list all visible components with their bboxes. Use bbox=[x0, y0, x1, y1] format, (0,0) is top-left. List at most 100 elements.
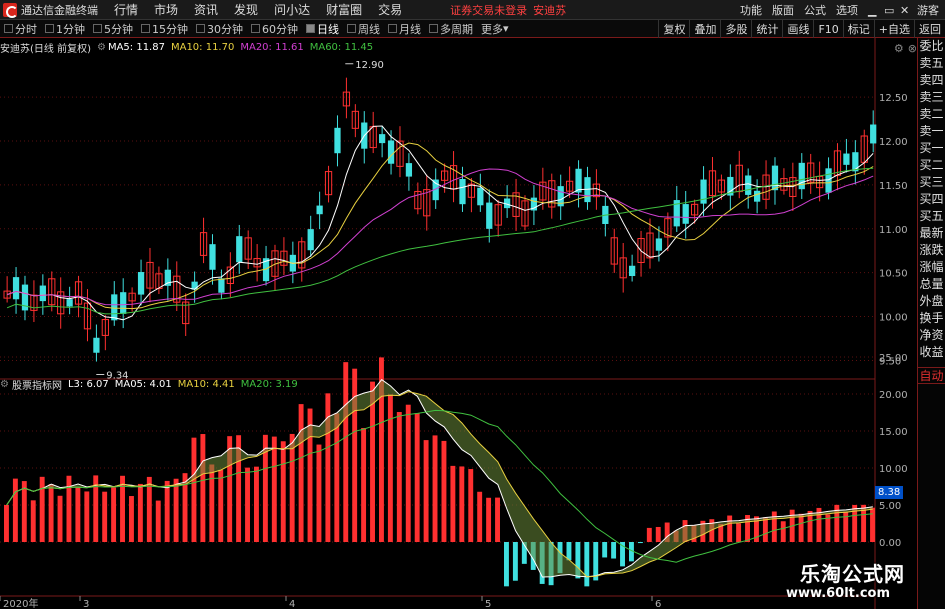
side-item-sell3[interactable]: 卖三 bbox=[918, 89, 945, 106]
app-logo-icon bbox=[3, 2, 18, 18]
candle-body-down bbox=[316, 205, 323, 215]
side-item-latest[interactable]: 最新 bbox=[918, 225, 945, 242]
close-icon[interactable]: ✕ bbox=[895, 4, 911, 17]
menu-trade[interactable]: 交易 bbox=[370, 1, 410, 18]
menu-discover[interactable]: 发现 bbox=[226, 1, 266, 18]
side-item-change[interactable]: 涨跌 bbox=[918, 242, 945, 259]
period-more[interactable]: 更多 ▾ bbox=[477, 21, 513, 37]
indicator-bar bbox=[4, 505, 9, 542]
sub-ma20-line bbox=[6, 409, 873, 563]
mark-button[interactable]: 标记 bbox=[842, 20, 874, 38]
indicator-band bbox=[6, 379, 873, 577]
candle-body-down bbox=[209, 244, 216, 270]
period-multi[interactable]: 多周期 bbox=[425, 21, 477, 37]
side-item-sell2[interactable]: 卖二 bbox=[918, 106, 945, 123]
menu-ask[interactable]: 问小达 bbox=[266, 1, 318, 18]
draw-line-button[interactable]: 画线 bbox=[782, 20, 813, 38]
price-tick-label: 11.50 bbox=[879, 181, 908, 192]
period-30min[interactable]: 30分钟 bbox=[192, 21, 247, 37]
side-item-volume[interactable]: 总量 bbox=[918, 276, 945, 293]
menu-quotes[interactable]: 行情 bbox=[106, 1, 146, 18]
period-1min[interactable]: 1分钟 bbox=[41, 21, 89, 37]
user-label[interactable]: 游客 bbox=[911, 2, 945, 18]
period-5min[interactable]: 5分钟 bbox=[89, 21, 137, 37]
side-item-earnings[interactable]: 收益 bbox=[918, 344, 945, 361]
price-tick-label: 10.00 bbox=[879, 313, 908, 324]
login-notice[interactable]: 证券交易未登录 bbox=[450, 2, 527, 18]
candle-body-down bbox=[843, 153, 850, 165]
checkbox-icon bbox=[306, 24, 315, 33]
indicator-bar bbox=[593, 542, 599, 581]
menu-options[interactable]: 选项 bbox=[831, 2, 863, 18]
close-panel-icon[interactable]: ⊗ bbox=[908, 42, 917, 55]
indicator-bar bbox=[798, 513, 804, 542]
side-item-buy2[interactable]: 买二 bbox=[918, 157, 945, 174]
minimize-icon[interactable]: ▁ bbox=[863, 4, 879, 17]
time-tick-label: 5 bbox=[485, 599, 491, 609]
period-60min[interactable]: 60分钟 bbox=[247, 21, 302, 37]
indicator-bar bbox=[762, 517, 768, 542]
candle-body-down bbox=[870, 124, 877, 144]
side-item-sell1[interactable]: 卖一 bbox=[918, 123, 945, 140]
statistics-button[interactable]: 统计 bbox=[751, 20, 782, 38]
indicator-bar bbox=[137, 483, 143, 542]
sub-tick-label: 5.00 bbox=[879, 501, 901, 512]
candle-body-down bbox=[111, 294, 118, 321]
side-item-buy3[interactable]: 买三 bbox=[918, 174, 945, 191]
side-item-weibi[interactable]: 委比 bbox=[918, 38, 945, 55]
add-favorite-button[interactable]: +自选 bbox=[873, 20, 914, 38]
indicator-bar bbox=[164, 480, 170, 542]
ma10-label: MA10: 11.70 bbox=[170, 41, 235, 53]
side-item-sell4[interactable]: 卖四 bbox=[918, 72, 945, 89]
menu-wealth[interactable]: 财富圈 bbox=[318, 1, 370, 18]
menu-layout[interactable]: 版面 bbox=[767, 2, 799, 18]
f10-button[interactable]: F10 bbox=[813, 20, 842, 38]
multi-stock-button[interactable]: 多股 bbox=[720, 20, 751, 38]
period-daily[interactable]: 日线 bbox=[302, 21, 343, 37]
kline-chart[interactable]: 12.5012.0011.5011.0010.5010.009.5025.002… bbox=[0, 38, 917, 609]
indicator-title: 股票指标网 bbox=[11, 380, 62, 392]
period-15min[interactable]: 15分钟 bbox=[137, 21, 192, 37]
indicator-bar bbox=[450, 465, 456, 542]
sub-tick-label: 10.00 bbox=[879, 464, 908, 475]
gear-icon[interactable]: ⚙ bbox=[0, 379, 9, 390]
indicator-bar bbox=[84, 491, 90, 542]
ma5-line bbox=[6, 125, 874, 321]
side-item-net-asset[interactable]: 净资 bbox=[918, 327, 945, 344]
candle-body-down bbox=[655, 238, 663, 251]
indicator-bar bbox=[504, 542, 509, 587]
side-item-change-pct[interactable]: 涨幅 bbox=[918, 259, 945, 276]
side-item-buy5[interactable]: 买五 bbox=[918, 208, 945, 225]
sub-value-tag: 8.38 bbox=[875, 486, 904, 499]
period-monthly[interactable]: 月线 bbox=[384, 21, 425, 37]
checkbox-icon bbox=[141, 24, 150, 33]
indicator-bar bbox=[21, 481, 27, 542]
gear-icon[interactable]: ⚙ bbox=[97, 42, 106, 53]
overlay-button[interactable]: 叠加 bbox=[689, 20, 720, 38]
side-item-sell5[interactable]: 卖五 bbox=[918, 55, 945, 72]
restore-icon[interactable]: ▭ bbox=[879, 4, 895, 17]
auto-button[interactable]: 自动 bbox=[918, 367, 945, 384]
menu-news[interactable]: 资讯 bbox=[186, 1, 226, 18]
side-item-buy1[interactable]: 买一 bbox=[918, 140, 945, 157]
candle-body-down bbox=[334, 127, 341, 154]
period-minute[interactable]: 分时 bbox=[0, 21, 41, 37]
indicator-bar bbox=[280, 441, 286, 542]
back-button[interactable]: 返回 bbox=[914, 20, 945, 38]
menu-formula[interactable]: 公式 bbox=[799, 2, 831, 18]
candle-body-down bbox=[387, 140, 395, 164]
menu-function[interactable]: 功能 bbox=[735, 2, 767, 18]
side-item-buy4[interactable]: 买四 bbox=[918, 191, 945, 208]
indicator-bar bbox=[102, 491, 108, 542]
side-item-outer[interactable]: 外盘 bbox=[918, 293, 945, 310]
settings-icon[interactable]: ⚙ bbox=[894, 42, 904, 55]
checkbox-icon bbox=[196, 24, 205, 33]
indicator-bar bbox=[325, 393, 331, 542]
sub-tick-label: 15.00 bbox=[879, 427, 908, 438]
sub-tick-label: 20.00 bbox=[879, 390, 908, 401]
period-weekly[interactable]: 周线 bbox=[343, 21, 384, 37]
price-tick-label: 11.00 bbox=[879, 225, 908, 236]
side-item-turnover[interactable]: 换手 bbox=[918, 310, 945, 327]
menu-market[interactable]: 市场 bbox=[146, 1, 186, 18]
adjust-button[interactable]: 复权 bbox=[658, 20, 689, 38]
